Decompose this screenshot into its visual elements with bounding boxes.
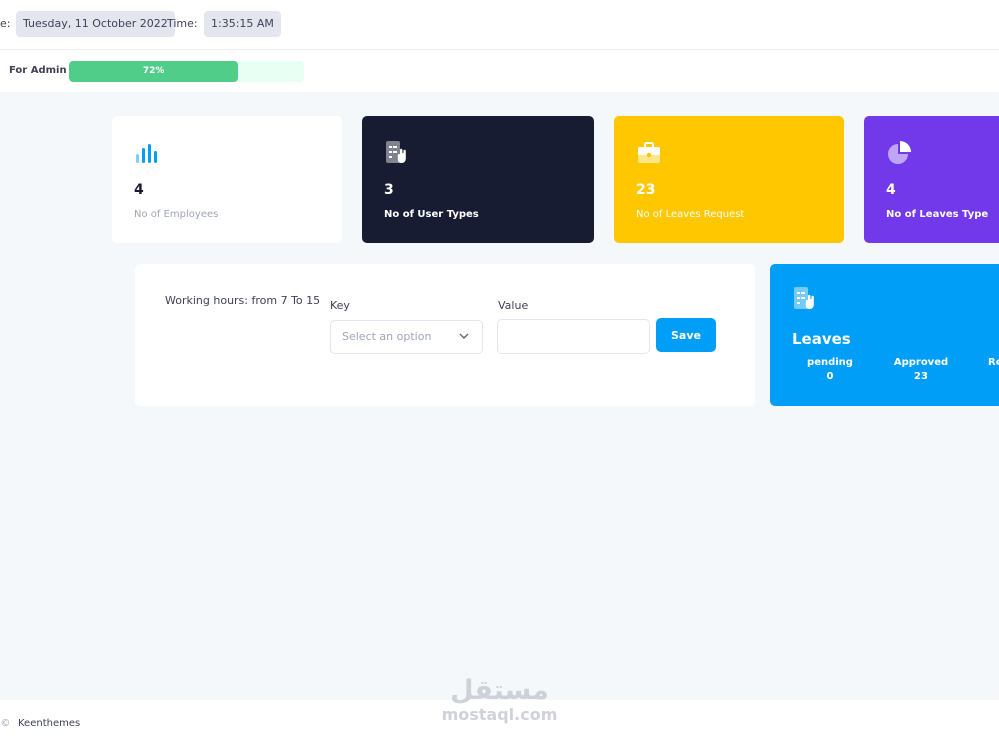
leave-requests-card[interactable]: 23 No of Leaves Request [614, 116, 844, 243]
employees-label: No of Employees [134, 209, 219, 220]
working-hours-text: Working hours: from 7 To 15 [165, 294, 321, 307]
approved-value: 23 [914, 371, 928, 382]
leave-types-label: No of Leaves Type [886, 209, 989, 220]
footer-copyright: 2© [0, 718, 11, 729]
admin-label: For Admin [9, 65, 67, 76]
value-input[interactable] [497, 319, 650, 354]
rejected-label: Re [988, 357, 999, 368]
pie-chart-icon [888, 141, 911, 164]
bar-chart-icon [136, 144, 157, 163]
time-label: Time: [167, 17, 198, 30]
leave-types-card[interactable]: 4 No of Leaves Type [864, 116, 999, 243]
leave-requests-label: No of Leaves Request [636, 209, 745, 220]
leave-requests-count: 23 [636, 182, 656, 198]
watermark-latin: mostaql.com [441, 705, 558, 724]
clipboard-hand-icon [386, 141, 406, 163]
footer-brand-link[interactable]: Keenthemes [18, 718, 80, 729]
leaves-title: Leaves [792, 330, 851, 348]
admin-progress-track: 72% [69, 61, 304, 82]
employees-card[interactable]: 4 No of Employees [112, 116, 342, 243]
admin-progress-fill: 72% [69, 61, 239, 82]
user-types-count: 3 [384, 182, 394, 198]
value-label: Value [498, 299, 529, 312]
key-select-placeholder: Select an option [342, 330, 432, 343]
date-display: Tuesday, 11 October 2022 [16, 11, 175, 37]
topbar: e: Tuesday, 11 October 2022 Time: 1:35:1… [0, 0, 999, 50]
approved-stat: Approved 23 [886, 356, 956, 384]
rejected-stat: Re [988, 356, 999, 370]
date-label: e: [0, 17, 11, 30]
clipboard-hand-icon [794, 287, 814, 309]
user-types-label: No of User Types [384, 209, 479, 220]
watermark: مستقل mostaql.com [437, 676, 562, 724]
leave-types-count: 4 [886, 182, 896, 198]
time-display: 1:35:15 AM [204, 11, 281, 37]
save-button[interactable]: Save [656, 318, 716, 352]
briefcase-icon [638, 142, 660, 163]
pending-value: 0 [826, 371, 834, 382]
working-hours-panel: Working hours: from 7 To 15 Key Select a… [135, 264, 755, 406]
watermark-arabic: مستقل [450, 675, 549, 706]
key-select[interactable]: Select an option [330, 320, 483, 354]
pending-stat: pending 0 [795, 356, 865, 384]
chevron-down-icon [459, 333, 469, 339]
user-types-card[interactable]: 3 No of User Types [362, 116, 594, 243]
key-label: Key [330, 299, 350, 312]
approved-label: Approved [893, 357, 949, 368]
employees-count: 4 [134, 182, 144, 198]
leaves-summary-card: Leaves pending 0 Approved 23 Re [770, 264, 999, 406]
pending-label: pending [807, 357, 853, 368]
